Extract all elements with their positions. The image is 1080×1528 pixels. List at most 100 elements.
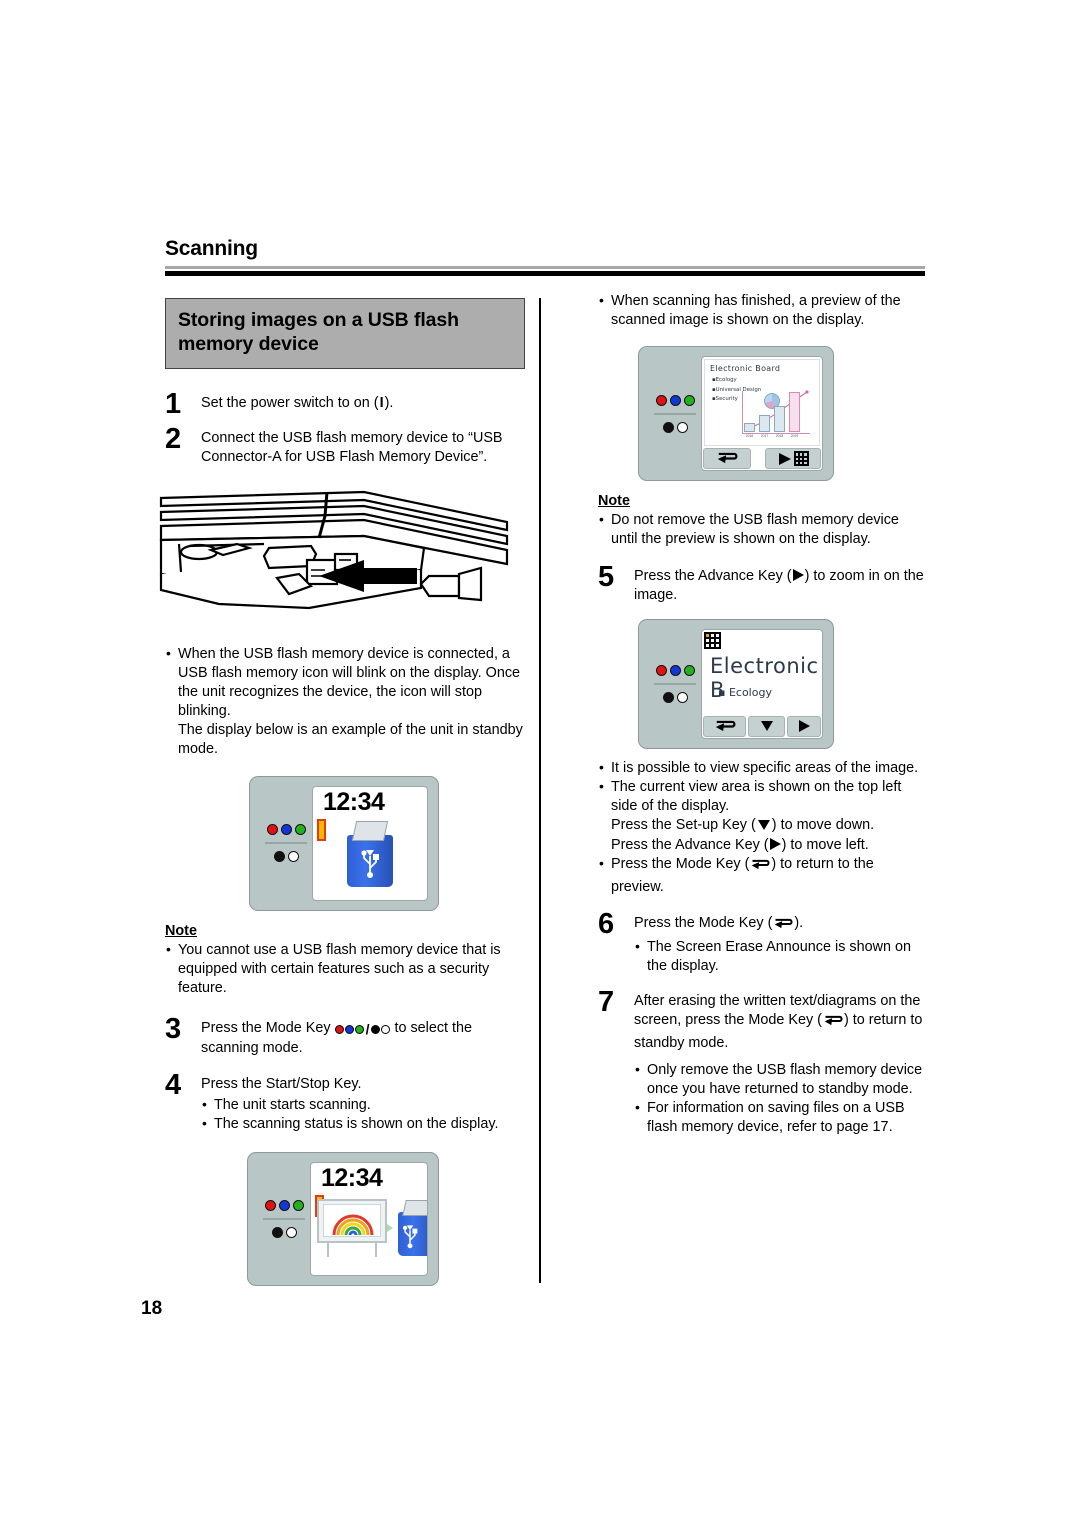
led-green-icon bbox=[683, 664, 695, 676]
step-4-bullet-1: The unit starts scanning. bbox=[201, 1095, 525, 1115]
preview-chart-label-3: 2018 bbox=[775, 434, 784, 439]
step-4: 4 Press the Start/Stop Key. The unit sta… bbox=[165, 1071, 525, 1134]
setup-key-text-before: Press the Set-up Key ( bbox=[611, 817, 756, 834]
led-red-icon bbox=[266, 824, 278, 836]
led-red-icon bbox=[655, 394, 667, 406]
led-green-icon bbox=[683, 394, 695, 406]
standby-display-illustration: 12:34 bbox=[249, 775, 439, 911]
power-led-group bbox=[662, 421, 688, 433]
bullet-advance-key-line: Press the Advance Key () to move left. bbox=[611, 836, 928, 855]
preview-doc-bullet-1: Ecology bbox=[712, 376, 814, 385]
setup-key-text-after: ) to move down. bbox=[771, 817, 875, 834]
bullet-usb-connected-line1: When the USB flash memory device is conn… bbox=[178, 645, 521, 720]
bullet-preview-shown: When scanning has finished, a preview of… bbox=[598, 291, 928, 330]
right-column: When scanning has finished, a preview of… bbox=[598, 291, 928, 1144]
step-6-body: Press the Mode Key (). The Screen Erase … bbox=[634, 911, 928, 976]
preview-display-led-panel bbox=[649, 356, 701, 471]
preview-bullets: When scanning has finished, a preview of… bbox=[598, 291, 928, 330]
step-3-number: 3 bbox=[165, 1013, 182, 1046]
zoom-screen-bullet-row: ▪ Ecology bbox=[718, 686, 772, 699]
step-4-bullet-2: The scanning status is shown on the disp… bbox=[201, 1114, 525, 1134]
step-7-text: After erasing the written text/diagrams … bbox=[634, 992, 928, 1053]
preview-screen: Electronic Board Ecology Universal Desig… bbox=[701, 356, 823, 472]
setup-key-icon bbox=[757, 820, 770, 831]
mode-key-button[interactable] bbox=[703, 448, 751, 470]
bullet-usb-connected: When the USB flash memory device is conn… bbox=[165, 644, 525, 760]
standby-screen: 12:34 bbox=[312, 785, 428, 901]
advance-key-grid-button[interactable] bbox=[765, 448, 821, 470]
section-title-box: Storing images on a USB flash memory dev… bbox=[165, 298, 525, 369]
setup-key-icon bbox=[760, 721, 773, 732]
usb-connected-bullets: When the USB flash memory device is conn… bbox=[165, 644, 525, 760]
step-4-body: Press the Start/Stop Key. The unit start… bbox=[201, 1072, 525, 1134]
led-panel-separator bbox=[265, 842, 307, 845]
mode-key-icon bbox=[750, 858, 770, 878]
step-6-number: 6 bbox=[598, 908, 615, 941]
step-7-bullet-2: For information on saving files on a USB… bbox=[634, 1098, 928, 1137]
led-panel-separator bbox=[654, 682, 696, 685]
led-blue-icon bbox=[669, 664, 681, 676]
setup-key-button[interactable] bbox=[748, 715, 785, 737]
left-note-bullet: You cannot use a USB flash memory device… bbox=[165, 940, 525, 998]
advance-key-text-before: Press the Advance Key ( bbox=[611, 836, 769, 853]
mode-led-group bbox=[266, 824, 306, 836]
step-6-text-before: Press the Mode Key ( bbox=[634, 915, 773, 932]
step-1-text-after: ). bbox=[384, 394, 394, 411]
step-7-body: After erasing the written text/diagrams … bbox=[634, 989, 928, 1138]
right-note-bullet: Do not remove the USB flash memory devic… bbox=[598, 510, 928, 549]
led-white-icon bbox=[676, 691, 688, 703]
preview-chart-bars bbox=[744, 392, 800, 433]
mode-key-icon bbox=[773, 917, 793, 937]
led-black-icon bbox=[271, 1227, 283, 1239]
step-5: 5 Press the Advance Key () to zoom in on… bbox=[598, 560, 928, 605]
mode-key-led-glyph: / bbox=[334, 1020, 391, 1039]
bullet-mode-key-return: Press the Mode Key () to return to the p… bbox=[598, 854, 928, 897]
led-black-icon bbox=[662, 421, 674, 433]
preview-chart-labels: 2016 2017 2018 2019 bbox=[744, 434, 800, 438]
page-number: 18 bbox=[141, 1298, 163, 1319]
step-6-text-after: ). bbox=[794, 915, 804, 932]
step-5-followup-bullets: It is possible to view specific areas of… bbox=[598, 758, 928, 897]
led-green-icon bbox=[294, 824, 306, 836]
header-rule-thin bbox=[165, 266, 925, 269]
step-2: 2 Connect the USB flash memory device to… bbox=[165, 423, 525, 467]
screen-button-blank bbox=[753, 448, 763, 469]
page-header: Scanning bbox=[165, 238, 925, 276]
mode-key-text-before: Press the Mode Key ( bbox=[611, 855, 750, 872]
zoom-display-illustration: Electronic B ▪ Ecology bbox=[638, 618, 834, 749]
step-6-bullets: The Screen Erase Announce is shown on th… bbox=[634, 937, 928, 976]
scanning-screen: 12:34 bbox=[310, 1162, 428, 1277]
zoom-screen-bullet: Ecology bbox=[728, 685, 772, 699]
step-2-number: 2 bbox=[165, 423, 182, 456]
preview-chart-label-1: 2016 bbox=[745, 434, 754, 439]
zoom-bullet-marker: ▪ bbox=[718, 685, 729, 699]
mode-key-icon bbox=[715, 720, 735, 732]
led-green-icon bbox=[292, 1200, 304, 1212]
step-7-bullets: Only remove the USB flash memory device … bbox=[634, 1060, 928, 1138]
power-led-group bbox=[662, 691, 688, 703]
led-blue-icon bbox=[344, 1025, 354, 1035]
usb-stick-outline bbox=[419, 566, 483, 601]
section-title: Storing images on a USB flash memory dev… bbox=[178, 309, 459, 355]
led-blue-icon bbox=[280, 824, 292, 836]
preview-doc-chart: 2016 2017 2018 2019 bbox=[740, 388, 812, 438]
usb-symbol-icon bbox=[361, 849, 379, 878]
advance-key-icon bbox=[769, 837, 781, 850]
led-green-icon bbox=[354, 1025, 364, 1035]
whiteboard-icon bbox=[317, 1199, 387, 1258]
step-5-number: 5 bbox=[598, 560, 615, 593]
led-white-icon bbox=[287, 851, 299, 863]
step-3-text-before: Press the Mode Key bbox=[201, 1020, 335, 1037]
document-page: Scanning Storing images on a USB flash m… bbox=[0, 0, 1080, 1528]
step-3-text: Press the Mode Key / to select the scann… bbox=[201, 1016, 525, 1058]
step-1: 1 Set the power switch to on (I). bbox=[165, 389, 525, 418]
mode-led-group bbox=[655, 664, 695, 676]
advance-key-button[interactable] bbox=[787, 715, 821, 737]
slash-separator: / bbox=[365, 1021, 370, 1038]
mode-key-button[interactable] bbox=[703, 715, 746, 737]
led-red-icon bbox=[264, 1200, 276, 1212]
step-7-number: 7 bbox=[598, 985, 615, 1018]
advance-key-icon bbox=[798, 720, 810, 733]
scanning-display-led-panel bbox=[258, 1162, 310, 1276]
step-6-bullet: The Screen Erase Announce is shown on th… bbox=[634, 937, 928, 976]
